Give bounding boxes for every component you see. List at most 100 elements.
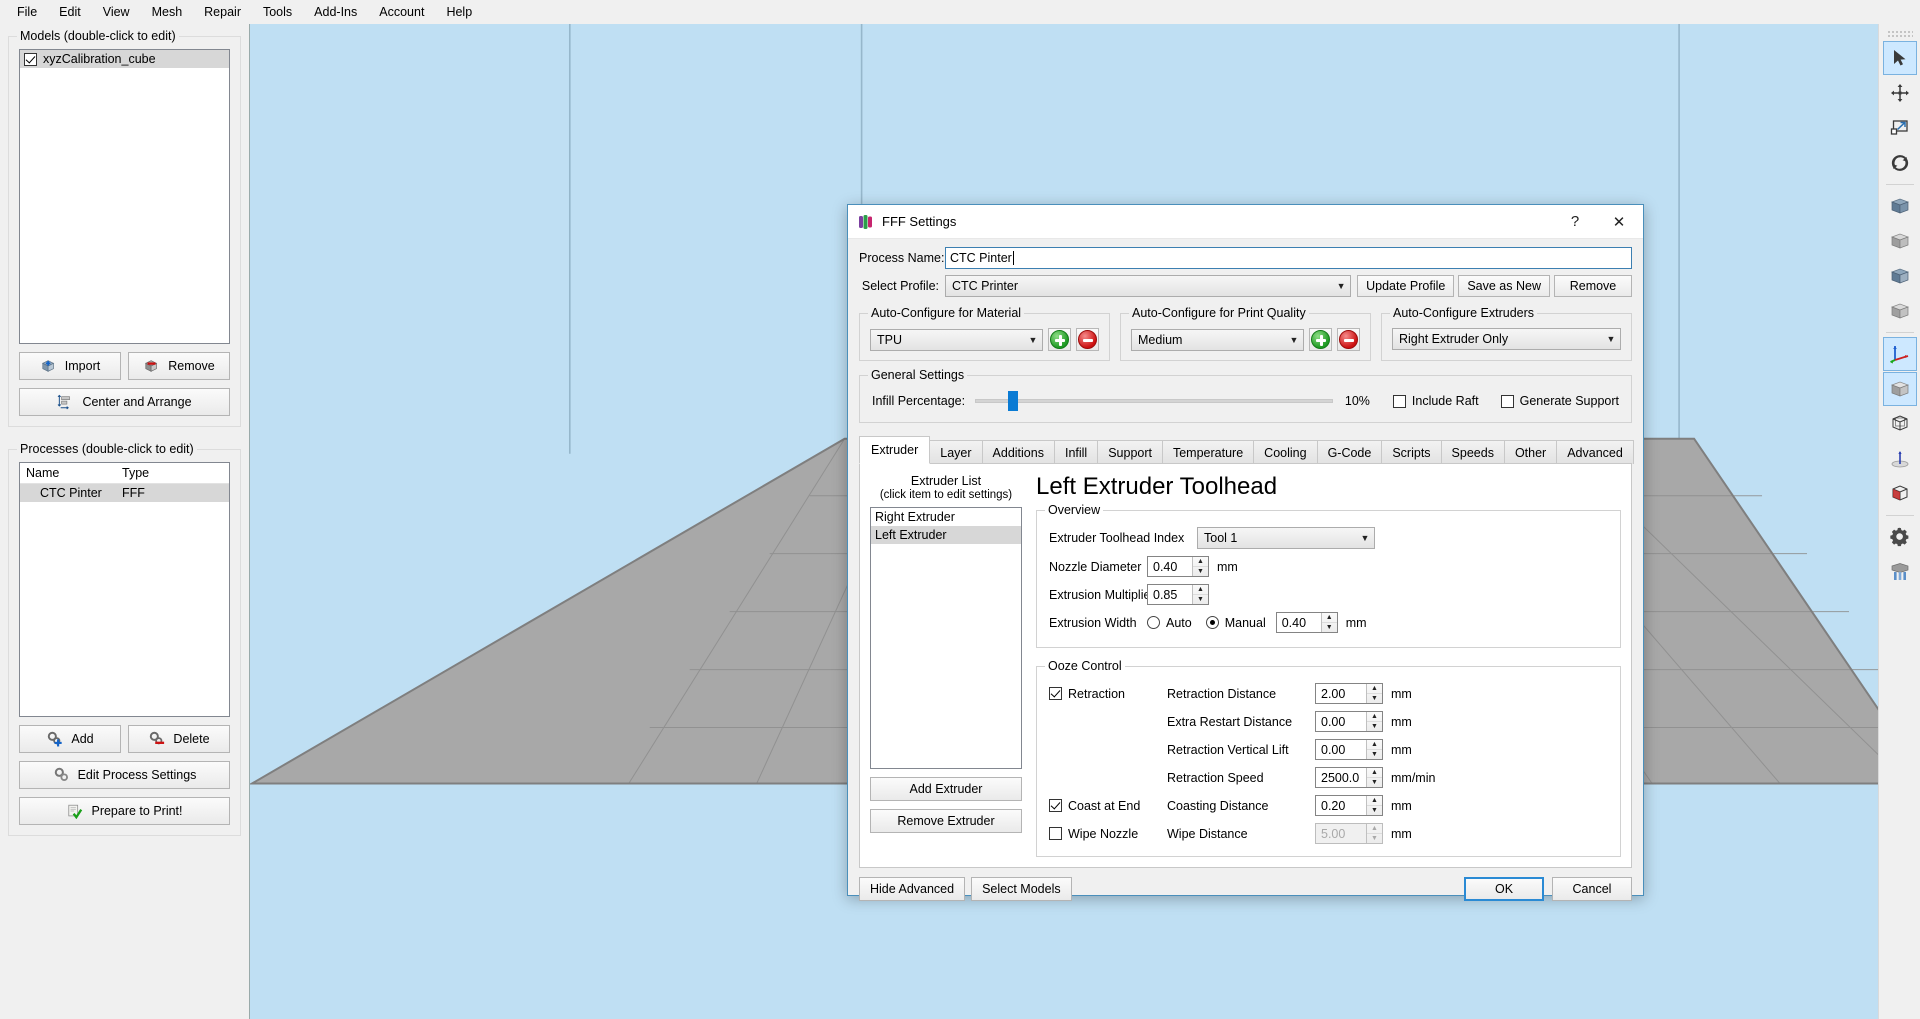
tab-extruder[interactable]: Extruder — [859, 436, 931, 464]
view-left-tool[interactable] — [1883, 259, 1917, 293]
coasting-distance-spinner[interactable]: 0.20 ▲ ▼ — [1315, 795, 1383, 817]
add-extruder-button[interactable]: Add Extruder — [870, 777, 1022, 801]
coast-at-end-box[interactable] — [1049, 799, 1062, 813]
spinner-up-icon[interactable]: ▲ — [1193, 585, 1208, 596]
spinner-up-icon[interactable]: ▲ — [1321, 613, 1337, 624]
tab-additions[interactable]: Additions — [981, 440, 1055, 464]
3d-viewport[interactable]: FFF Settings ? ✕ Process Name: CTC Pinte… — [249, 24, 1878, 1019]
menu-item-tools[interactable]: Tools — [252, 2, 303, 22]
extruder-list-item-right[interactable]: Right Extruder — [871, 508, 1021, 526]
retraction-box[interactable] — [1049, 687, 1062, 701]
list-item[interactable]: xyzCalibration_cube — [20, 50, 229, 68]
spinner-arrows[interactable]: ▲ ▼ — [1366, 712, 1382, 732]
move-tool[interactable] — [1883, 76, 1917, 110]
coast-at-end-checkbox[interactable]: Coast at End — [1049, 799, 1167, 813]
menu-item-repair[interactable]: Repair — [193, 2, 252, 22]
spinner-up-icon[interactable]: ▲ — [1367, 740, 1382, 751]
add-material-button[interactable] — [1048, 328, 1071, 351]
material-dropdown[interactable]: TPU ▼ — [870, 328, 1043, 351]
edit-process-settings-button[interactable]: Edit Process Settings — [19, 761, 230, 789]
delete-process-button[interactable]: Delete — [128, 725, 230, 753]
tab-cooling[interactable]: Cooling — [1253, 440, 1318, 464]
remove-profile-button[interactable]: Remove — [1554, 275, 1632, 297]
spinner-arrows[interactable]: ▲ ▼ — [1192, 557, 1208, 577]
view-back-tool[interactable] — [1883, 224, 1917, 258]
select-arrow-tool[interactable] — [1882, 41, 1917, 75]
spinner-up-icon[interactable]: ▲ — [1193, 557, 1208, 568]
menu-item-edit[interactable]: Edit — [48, 2, 92, 22]
view-iso-tool[interactable] — [1882, 372, 1917, 406]
spinner-arrows[interactable]: ▲ ▼ — [1366, 768, 1382, 788]
extrusion-width-spinner[interactable]: 0.40 ▲ ▼ — [1275, 612, 1338, 634]
spinner-up-icon[interactable]: ▲ — [1367, 796, 1382, 807]
retraction-distance-spinner[interactable]: 2.00 ▲ ▼ — [1315, 683, 1383, 705]
ok-button[interactable]: OK — [1464, 877, 1544, 902]
spinner-down-icon[interactable]: ▼ — [1193, 595, 1208, 604]
tab-advanced[interactable]: Advanced — [1556, 440, 1634, 464]
update-profile-button[interactable]: Update Profile — [1357, 275, 1455, 297]
tab-gcode[interactable]: G-Code — [1316, 440, 1383, 464]
rotate-tool[interactable] — [1883, 146, 1917, 180]
spinner-up-icon[interactable]: ▲ — [1367, 684, 1382, 695]
select-models-button[interactable]: Select Models — [971, 877, 1072, 902]
add-quality-button[interactable] — [1309, 328, 1332, 351]
wireframe-tool[interactable] — [1883, 407, 1917, 441]
import-button[interactable]: Import — [19, 352, 121, 380]
spinner-up-icon[interactable]: ▲ — [1367, 768, 1382, 779]
cross-section-tool[interactable] — [1883, 477, 1917, 511]
remove-quality-button[interactable] — [1337, 328, 1360, 351]
table-row[interactable]: CTC Pinter FFF — [20, 484, 229, 502]
menu-item-help[interactable]: Help — [435, 2, 483, 22]
cancel-button[interactable]: Cancel — [1552, 877, 1632, 902]
wipe-nozzle-checkbox[interactable]: Wipe Nozzle — [1049, 827, 1167, 841]
processes-table[interactable]: Name Type CTC Pinter FFF — [19, 462, 230, 717]
extra-restart-distance-spinner[interactable]: 0.00 ▲ ▼ — [1315, 711, 1383, 733]
include-raft-box[interactable] — [1392, 394, 1406, 408]
close-button[interactable]: ✕ — [1597, 205, 1641, 238]
tab-infill[interactable]: Infill — [1053, 440, 1099, 464]
slider-knob[interactable] — [1008, 391, 1019, 411]
center-arrange-button[interactable]: Center and Arrange — [19, 388, 230, 416]
spinner-arrows[interactable]: ▲ ▼ — [1320, 613, 1337, 633]
toolbar-grip[interactable] — [1886, 30, 1913, 38]
help-button[interactable]: ? — [1553, 205, 1597, 238]
tab-support[interactable]: Support — [1097, 440, 1163, 464]
supports-tool[interactable] — [1883, 555, 1917, 589]
spinner-down-icon[interactable]: ▼ — [1193, 567, 1208, 576]
infill-slider[interactable] — [975, 391, 1333, 411]
process-name-input[interactable]: CTC Pinter — [945, 247, 1632, 269]
view-right-tool[interactable] — [1883, 294, 1917, 328]
tab-other[interactable]: Other — [1503, 440, 1558, 464]
menu-item-account[interactable]: Account — [368, 2, 435, 22]
tab-scripts[interactable]: Scripts — [1381, 440, 1442, 464]
spinner-down-icon[interactable]: ▼ — [1367, 694, 1382, 703]
prepare-to-print-button[interactable]: Prepare to Print! — [19, 797, 230, 825]
spinner-arrows[interactable]: ▲ ▼ — [1192, 585, 1208, 605]
spinner-down-icon[interactable]: ▼ — [1367, 750, 1382, 759]
retraction-vertical-lift-spinner[interactable]: 0.00 ▲ ▼ — [1315, 739, 1383, 761]
tab-temperature[interactable]: Temperature — [1161, 440, 1255, 464]
generate-support-box[interactable] — [1500, 394, 1514, 408]
select-profile-dropdown[interactable]: CTC Printer ▼ — [945, 275, 1352, 297]
menu-item-file[interactable]: File — [6, 2, 48, 22]
spinner-arrows[interactable]: ▲ ▼ — [1366, 684, 1382, 704]
retraction-speed-spinner[interactable]: 2500.0 ▲ ▼ — [1315, 767, 1383, 789]
extruder-list-item-left[interactable]: Left Extruder — [871, 526, 1021, 544]
model-checkbox[interactable] — [24, 52, 37, 66]
spinner-arrows[interactable]: ▲ ▼ — [1366, 740, 1382, 760]
dialog-titlebar[interactable]: FFF Settings ? ✕ — [848, 205, 1643, 239]
extruders-dropdown[interactable]: Right Extruder Only ▼ — [1392, 328, 1621, 350]
generate-support-checkbox[interactable]: Generate Support — [1500, 394, 1619, 408]
spinner-down-icon[interactable]: ▼ — [1367, 722, 1382, 731]
quality-dropdown[interactable]: Medium ▼ — [1131, 328, 1304, 351]
add-process-button[interactable]: Add — [19, 725, 121, 753]
spinner-down-icon[interactable]: ▼ — [1367, 778, 1382, 787]
remove-model-button[interactable]: Remove — [128, 352, 230, 380]
menu-item-addins[interactable]: Add-Ins — [303, 2, 368, 22]
extrusion-multiplier-spinner[interactable]: 0.85 ▲ ▼ — [1147, 584, 1209, 606]
tab-speeds[interactable]: Speeds — [1440, 440, 1505, 464]
axes-tool[interactable] — [1882, 337, 1917, 371]
models-list[interactable]: xyzCalibration_cube — [19, 49, 230, 344]
hide-advanced-button[interactable]: Hide Advanced — [859, 877, 966, 902]
view-front-tool[interactable] — [1883, 189, 1917, 223]
